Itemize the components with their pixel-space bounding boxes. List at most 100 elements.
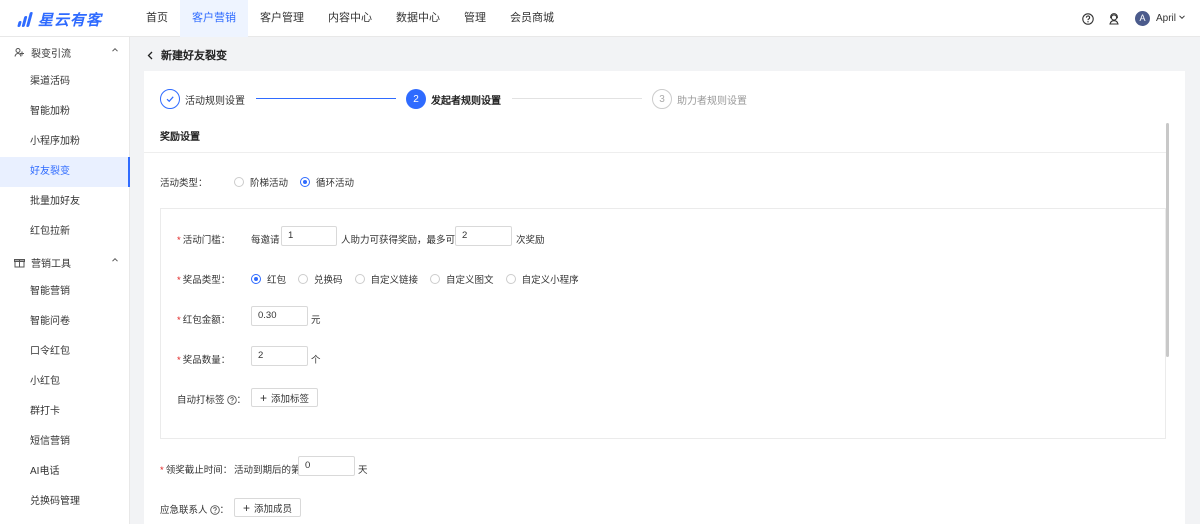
main-content: 新建好友裂变 活动规则设置 2 发起者规则设置 3 助力者规则设置 奖励设置 活… — [130, 37, 1200, 524]
help-icon[interactable] — [1079, 10, 1097, 28]
radio-red-packet[interactable]: 红包 — [251, 272, 286, 286]
radio-circle-icon — [298, 274, 309, 284]
sidebar-item-smart-add-fans[interactable]: 智能加粉 — [0, 97, 129, 127]
threshold-prefix: 每邀请 — [251, 235, 280, 246]
plus-icon: + — [260, 390, 268, 405]
vertical-scrollbar[interactable] — [1166, 123, 1169, 357]
claim-deadline-label: * 领奖截止时间： — [160, 465, 233, 476]
section-title-reward-settings: 奖励设置 — [160, 132, 200, 143]
logo[interactable]: 星云有客 — [16, 9, 102, 29]
step-connector-2 — [512, 98, 642, 99]
radio-label: 兑换码 — [314, 275, 343, 286]
sidebar-item-sms-marketing[interactable]: 短信营销 — [0, 427, 129, 457]
fission-icon — [14, 46, 26, 58]
page-header: 新建好友裂变 — [146, 47, 227, 63]
radio-custom-link[interactable]: 自定义链接 — [354, 272, 419, 286]
nav-item-member-mall[interactable]: 会员商城 — [498, 0, 566, 37]
sidebar-item-smart-marketing[interactable]: 智能营销 — [0, 277, 129, 307]
sidebar-item-password-red-packet[interactable]: 口令红包 — [0, 337, 129, 367]
max-reward-count-input[interactable]: 2 — [455, 226, 512, 246]
claim-deadline-days-input[interactable]: 0 — [298, 456, 355, 476]
sidebar-item-small-red-packet[interactable]: 小红包 — [0, 367, 129, 397]
sidebar-item-group-checkin[interactable]: 群打卡 — [0, 397, 129, 427]
invite-count-input[interactable]: 1 — [281, 226, 337, 246]
gift-icon — [14, 256, 26, 268]
sidebar-item-smart-survey[interactable]: 智能问卷 — [0, 307, 129, 337]
radio-ladder-activity[interactable]: 阶梯活动 — [234, 175, 288, 189]
nav-item-management[interactable]: 管理 — [452, 0, 498, 37]
sidebar: 裂变引流 渠道活码 智能加粉 小程序加粉 好友裂变 批量加好友 红包拉新 营销工… — [0, 37, 130, 524]
question-icon[interactable] — [226, 395, 237, 408]
sidebar-item-red-packet-new[interactable]: 红包拉新 — [0, 217, 129, 247]
plus-icon: + — [243, 500, 251, 515]
prize-count-unit: 个 — [311, 355, 321, 366]
prize-count-label: * 奖品数量： — [177, 355, 231, 366]
red-packet-amount-unit: 元 — [311, 315, 321, 326]
activity-type-label: 活动类型： — [160, 178, 208, 189]
prize-type-label: * 奖品类型： — [177, 275, 231, 286]
top-bar: 星云有客 首页 客户营销 客户管理 内容中心 数据中心 管理 会员商城 A Ap… — [0, 0, 1200, 37]
chevron-up-icon — [111, 46, 119, 57]
radio-circle-icon — [430, 274, 441, 284]
radio-custom-miniprogram[interactable]: 自定义小程序 — [505, 272, 579, 286]
nav-item-customer-management[interactable]: 客户管理 — [248, 0, 316, 37]
logo-mark-icon — [16, 11, 34, 27]
radio-label: 自定义链接 — [370, 275, 419, 286]
step-progress: 活动规则设置 2 发起者规则设置 3 助力者规则设置 — [160, 89, 780, 109]
threshold-label: * 活动门槛： — [177, 235, 231, 246]
radio-label: 红包 — [267, 275, 287, 286]
sidebar-group-label: 营销工具 — [31, 258, 71, 270]
radio-circle-icon — [234, 177, 244, 187]
sidebar-item-batch-add-friends[interactable]: 批量加好友 — [0, 187, 129, 217]
sidebar-group-fission[interactable]: 裂变引流 — [0, 37, 129, 67]
auto-tag-label: 自动打标签： — [177, 395, 247, 408]
radio-label: 循环活动 — [316, 178, 355, 189]
nav-item-content-center[interactable]: 内容中心 — [316, 0, 384, 37]
sidebar-item-ai-phone[interactable]: AI电话 — [0, 457, 129, 487]
step-1-label: 活动规则设置 — [185, 96, 245, 107]
emergency-contact-label: 应急联系人： — [160, 505, 230, 518]
step-2-circle: 2 — [406, 89, 426, 109]
threshold-suffix: 次奖励 — [516, 235, 545, 246]
claim-deadline-prefix: 活动到期后的第 — [234, 465, 301, 476]
sidebar-item-friend-fission[interactable]: 好友裂变 — [0, 157, 130, 187]
sidebar-item-channel-qrcode[interactable]: 渠道活码 — [0, 67, 129, 97]
sidebar-item-redeem-code-management[interactable]: 兑换码管理 — [0, 487, 129, 517]
prize-settings-box: * 活动门槛： 每邀请 1 人助力可获得奖励，最多可得 2 次奖励 * 奖品类型： … — [160, 208, 1166, 439]
user-name[interactable]: April — [1156, 13, 1176, 24]
form-card: 活动规则设置 2 发起者规则设置 3 助力者规则设置 奖励设置 活动类型： 阶梯… — [144, 71, 1185, 524]
add-member-button[interactable]: + 添加成员 — [234, 498, 302, 517]
brand-name: 星云有客 — [38, 11, 103, 29]
prize-count-input[interactable]: 2 — [251, 346, 308, 366]
sidebar-group-marketing-tools[interactable]: 营销工具 — [0, 247, 129, 277]
threshold-middle: 人助力可获得奖励，最多可得 — [341, 235, 465, 246]
top-nav: 首页 客户营销 客户管理 内容中心 数据中心 管理 会员商城 — [134, 0, 566, 37]
avatar[interactable]: A — [1134, 11, 1150, 26]
step-3-circle: 3 — [652, 89, 672, 109]
radio-loop-activity[interactable]: 循环活动 — [300, 175, 354, 189]
divider — [144, 152, 1166, 153]
radio-redeem-code[interactable]: 兑换码 — [298, 272, 343, 286]
red-packet-amount-input[interactable]: 0.30 — [251, 306, 308, 326]
button-label: 添加成员 — [254, 503, 293, 515]
radio-label: 自定义图文 — [446, 275, 494, 286]
top-right-tools: A April — [1071, 0, 1186, 37]
add-tag-button[interactable]: + 添加标签 — [251, 388, 319, 407]
sidebar-group-label: 裂变引流 — [31, 48, 71, 60]
step-2-label: 发起者规则设置 — [431, 96, 501, 107]
nav-item-data-center[interactable]: 数据中心 — [384, 0, 452, 37]
back-arrow-icon[interactable] — [146, 51, 155, 60]
step-3-label: 助力者规则设置 — [677, 96, 747, 107]
step-1-check-icon — [160, 89, 180, 109]
sidebar-item-miniprogram-add-fans[interactable]: 小程序加粉 — [0, 127, 129, 157]
step-connector-1 — [256, 98, 396, 99]
chevron-down-icon[interactable] — [1178, 13, 1186, 24]
claim-deadline-unit: 天 — [358, 465, 368, 476]
question-icon[interactable] — [209, 505, 220, 518]
customer-service-icon[interactable] — [1105, 10, 1123, 28]
radio-checked-icon — [300, 177, 311, 187]
radio-custom-article[interactable]: 自定义图文 — [430, 272, 494, 286]
nav-item-customer-marketing[interactable]: 客户营销 — [180, 0, 248, 37]
nav-item-home[interactable]: 首页 — [134, 0, 180, 37]
chevron-up-icon — [111, 256, 119, 267]
